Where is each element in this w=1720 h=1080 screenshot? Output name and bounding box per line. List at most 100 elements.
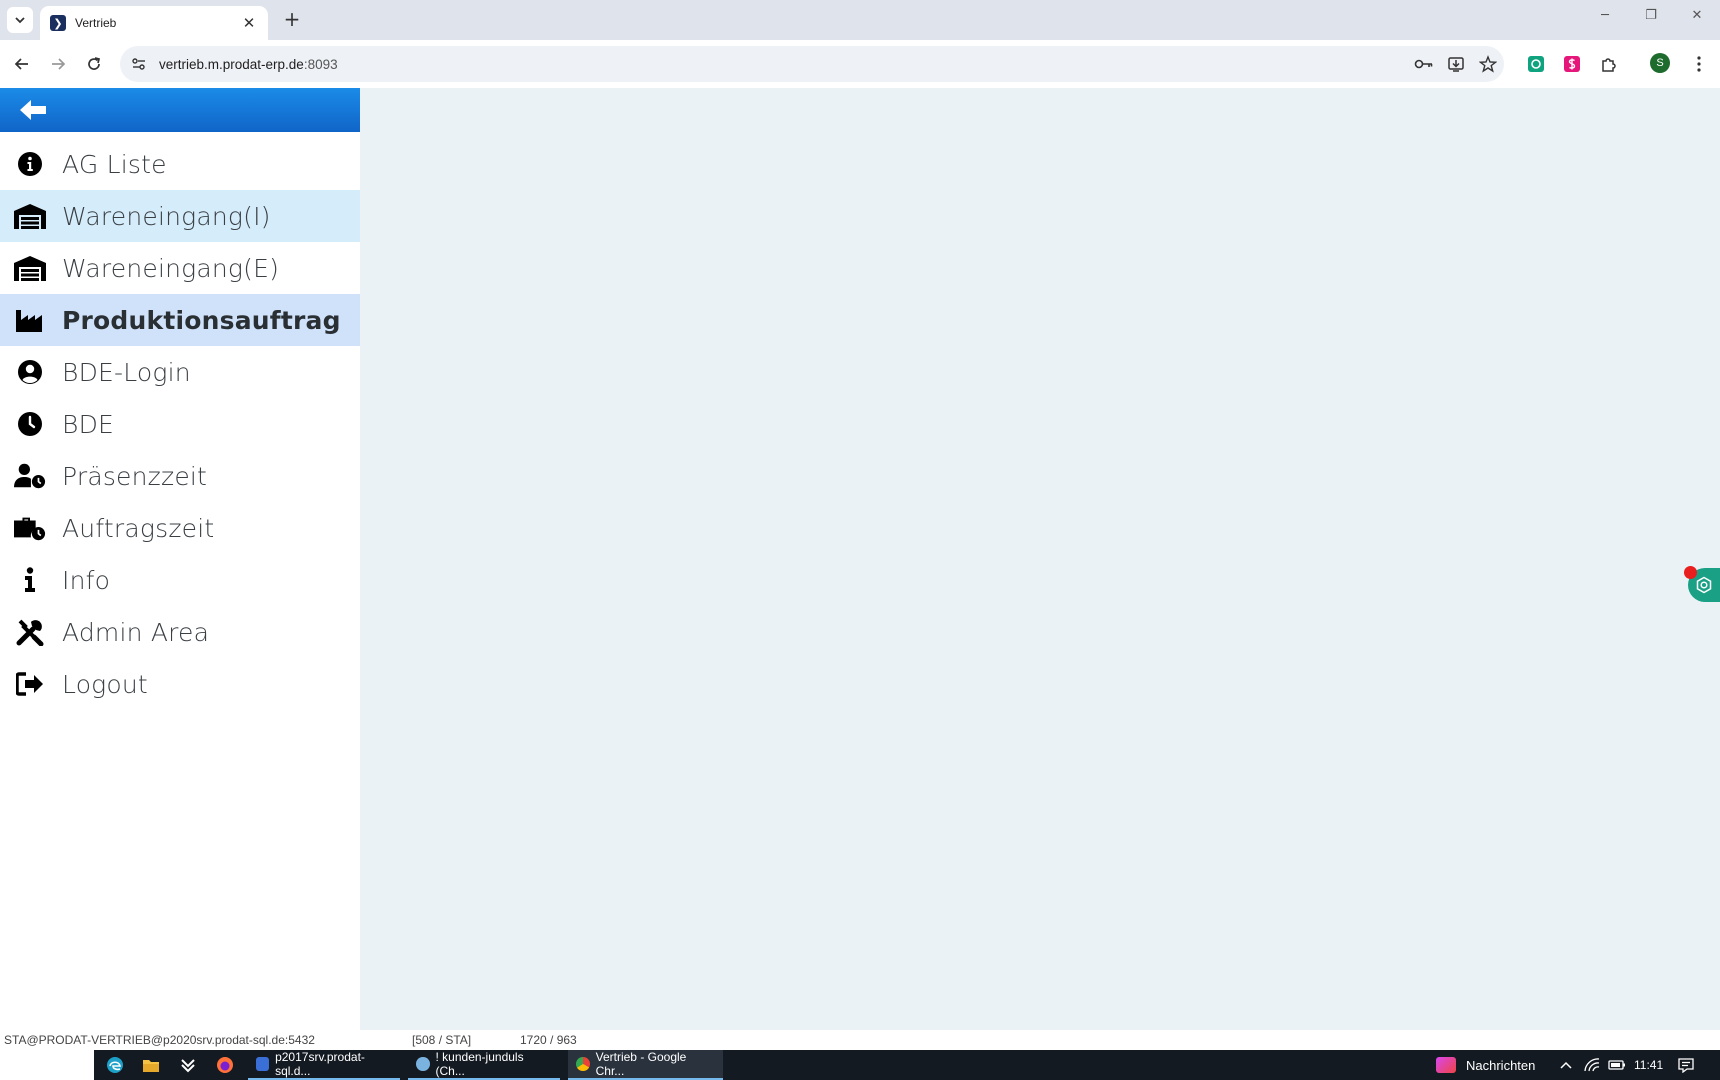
sidebar-item-admin-area[interactable]: Admin Area (0, 606, 360, 658)
restore-window-button[interactable]: ❐ (1628, 8, 1674, 32)
sidebar-item-label: BDE-Login (62, 357, 191, 387)
reload-icon (88, 57, 101, 70)
taskbar-app-label: p2017srv.prodat-sql.d... (275, 1050, 365, 1078)
arrow-left-icon (14, 58, 28, 70)
site-info-icon[interactable] (131, 56, 147, 72)
tab-search-button[interactable] (7, 7, 33, 33)
chevron-down-icon (15, 17, 25, 24)
sidebar-item-label: BDE (62, 409, 115, 439)
dollar-extension-icon (1564, 56, 1580, 72)
status-connection: STA@PRODAT-VERTRIEB@p2020srv.prodat-sql.… (4, 1033, 315, 1047)
browser-menu-button[interactable] (1687, 52, 1711, 76)
app-tray-icon[interactable] (178, 1056, 198, 1074)
extension-chatgpt-button[interactable] (1524, 52, 1548, 76)
password-key-button[interactable] (1408, 48, 1440, 80)
taskbar-app-kunden[interactable]: ! kunden-junduls (Ch... (408, 1050, 560, 1080)
taskbar-search-box[interactable] (0, 1050, 94, 1080)
kebab-menu-icon (1697, 56, 1701, 72)
extension-pink-button[interactable] (1560, 52, 1584, 76)
browser-toolbar: vertrieb.m.prodat-erp.de:8093 (0, 40, 1720, 88)
sidebar-item-label: Info (62, 565, 111, 595)
sidebar: AG Liste Wareneingang(I) Wareneingang(E)… (0, 88, 360, 1030)
browser-tab-vertrieb[interactable]: ❯ Vertrieb ✕ (40, 6, 268, 40)
tray-overflow-button[interactable] (1560, 1050, 1572, 1080)
sidebar-item-label: Produktionsauftrag (62, 305, 341, 335)
sidebar-item-ag-liste[interactable]: AG Liste (0, 138, 360, 190)
url-host: vertrieb.m.prodat-erp.de (159, 56, 304, 72)
sidebar-item-bde[interactable]: BDE (0, 398, 360, 450)
back-button[interactable] (10, 52, 34, 76)
news-icon (1436, 1057, 1456, 1073)
page-content: AG Liste Wareneingang(I) Wareneingang(E)… (0, 88, 1720, 1050)
sign-out-icon (14, 668, 46, 700)
tab-title: Vertrieb (75, 16, 117, 30)
notification-icon (1678, 1058, 1694, 1073)
sidebar-item-praesenzzeit[interactable]: Präsenzzeit (0, 450, 360, 502)
tab-close-icon[interactable]: ✕ (240, 14, 258, 32)
url-port: :8093 (303, 56, 338, 72)
sidebar-item-auftragszeit[interactable]: Auftragszeit (0, 502, 360, 554)
key-icon (1414, 59, 1433, 69)
extensions-menu-button[interactable] (1597, 52, 1621, 76)
wifi-icon (1584, 1058, 1600, 1072)
sidebar-item-label: Admin Area (62, 617, 210, 647)
status-resolution: 1720 / 963 (520, 1033, 577, 1047)
sidebar-item-label: Wareneingang(E) (62, 253, 280, 283)
taskbar: p2017srv.prodat-sql.d... ! kunden-jundul… (0, 1050, 1720, 1080)
puzzle-icon (1602, 58, 1616, 72)
edge-icon[interactable] (105, 1056, 125, 1074)
sidebar-item-bde-login[interactable]: BDE-Login (0, 346, 360, 398)
sidebar-item-label: Präsenzzeit (62, 461, 208, 491)
openai-extension-icon (1528, 56, 1544, 72)
taskbar-app-vertrieb[interactable]: Vertrieb - Google Chr... (568, 1050, 723, 1080)
user-clock-icon (14, 460, 46, 492)
bookmark-star-button[interactable] (1472, 48, 1504, 80)
firefox-icon[interactable] (215, 1056, 235, 1074)
tools-icon (14, 616, 46, 648)
forward-button[interactable] (46, 52, 70, 76)
openai-extension-icon (1696, 576, 1712, 594)
close-window-button[interactable]: ✕ (1674, 8, 1720, 32)
taskbar-app-sql[interactable]: p2017srv.prodat-sql.d... (248, 1050, 400, 1080)
sidebar-item-produktionsauftrag[interactable]: Produktionsauftrag (0, 294, 360, 346)
reload-button[interactable] (82, 52, 106, 76)
warehouse-icon (14, 252, 46, 284)
taskbar-app-label: ! kunden-junduls (Ch... (435, 1050, 524, 1078)
warehouse-icon (14, 200, 46, 232)
chevron-up-icon (1560, 1061, 1572, 1069)
user-circle-icon (14, 356, 46, 388)
clock-icon (14, 408, 46, 440)
new-tab-button[interactable]: + (280, 8, 304, 32)
info-circle-icon (14, 148, 46, 180)
action-center-button[interactable] (1678, 1050, 1694, 1080)
prodat-favicon-icon: ❯ (50, 15, 66, 31)
arrow-right-icon (52, 58, 66, 70)
status-bar: STA@PRODAT-VERTRIEB@p2020srv.prodat-sql.… (0, 1030, 1720, 1050)
sidebar-item-label: Logout (62, 669, 148, 699)
file-explorer-icon[interactable] (141, 1056, 161, 1074)
sidebar-item-label: AG Liste (62, 149, 167, 179)
sidebar-item-info[interactable]: Info (0, 554, 360, 606)
sidebar-item-label: Wareneingang(I) (62, 201, 271, 231)
news-widget[interactable]: Nachrichten (1436, 1050, 1535, 1080)
battery-status[interactable] (1608, 1050, 1626, 1080)
sidebar-item-logout[interactable]: Logout (0, 658, 360, 710)
briefcase-clock-icon (14, 512, 46, 544)
sidebar-header (0, 88, 360, 132)
chrome-profile-icon (416, 1057, 430, 1071)
sidebar-back-button[interactable] (18, 98, 48, 122)
tab-strip: ❯ Vertrieb ✕ + ─ ❐ ✕ (0, 0, 1720, 40)
status-user: [508 / STA] (412, 1033, 472, 1047)
sidebar-item-wareneingang-i[interactable]: Wareneingang(I) (0, 190, 360, 242)
sidebar-item-wareneingang-e[interactable]: Wareneingang(E) (0, 242, 360, 294)
taskbar-app-label: Vertrieb - Google Chr... (595, 1050, 687, 1078)
sidebar-menu: AG Liste Wareneingang(I) Wareneingang(E)… (0, 132, 360, 710)
network-status[interactable] (1584, 1050, 1600, 1080)
address-bar[interactable]: vertrieb.m.prodat-erp.de:8093 (120, 46, 1504, 82)
minimize-window-button[interactable]: ─ (1582, 8, 1628, 32)
battery-icon (1608, 1060, 1625, 1070)
taskbar-clock[interactable]: 11:41 (1634, 1050, 1663, 1080)
install-app-button[interactable] (1440, 48, 1472, 80)
news-label: Nachrichten (1466, 1057, 1536, 1073)
profile-avatar[interactable]: S (1650, 53, 1670, 73)
